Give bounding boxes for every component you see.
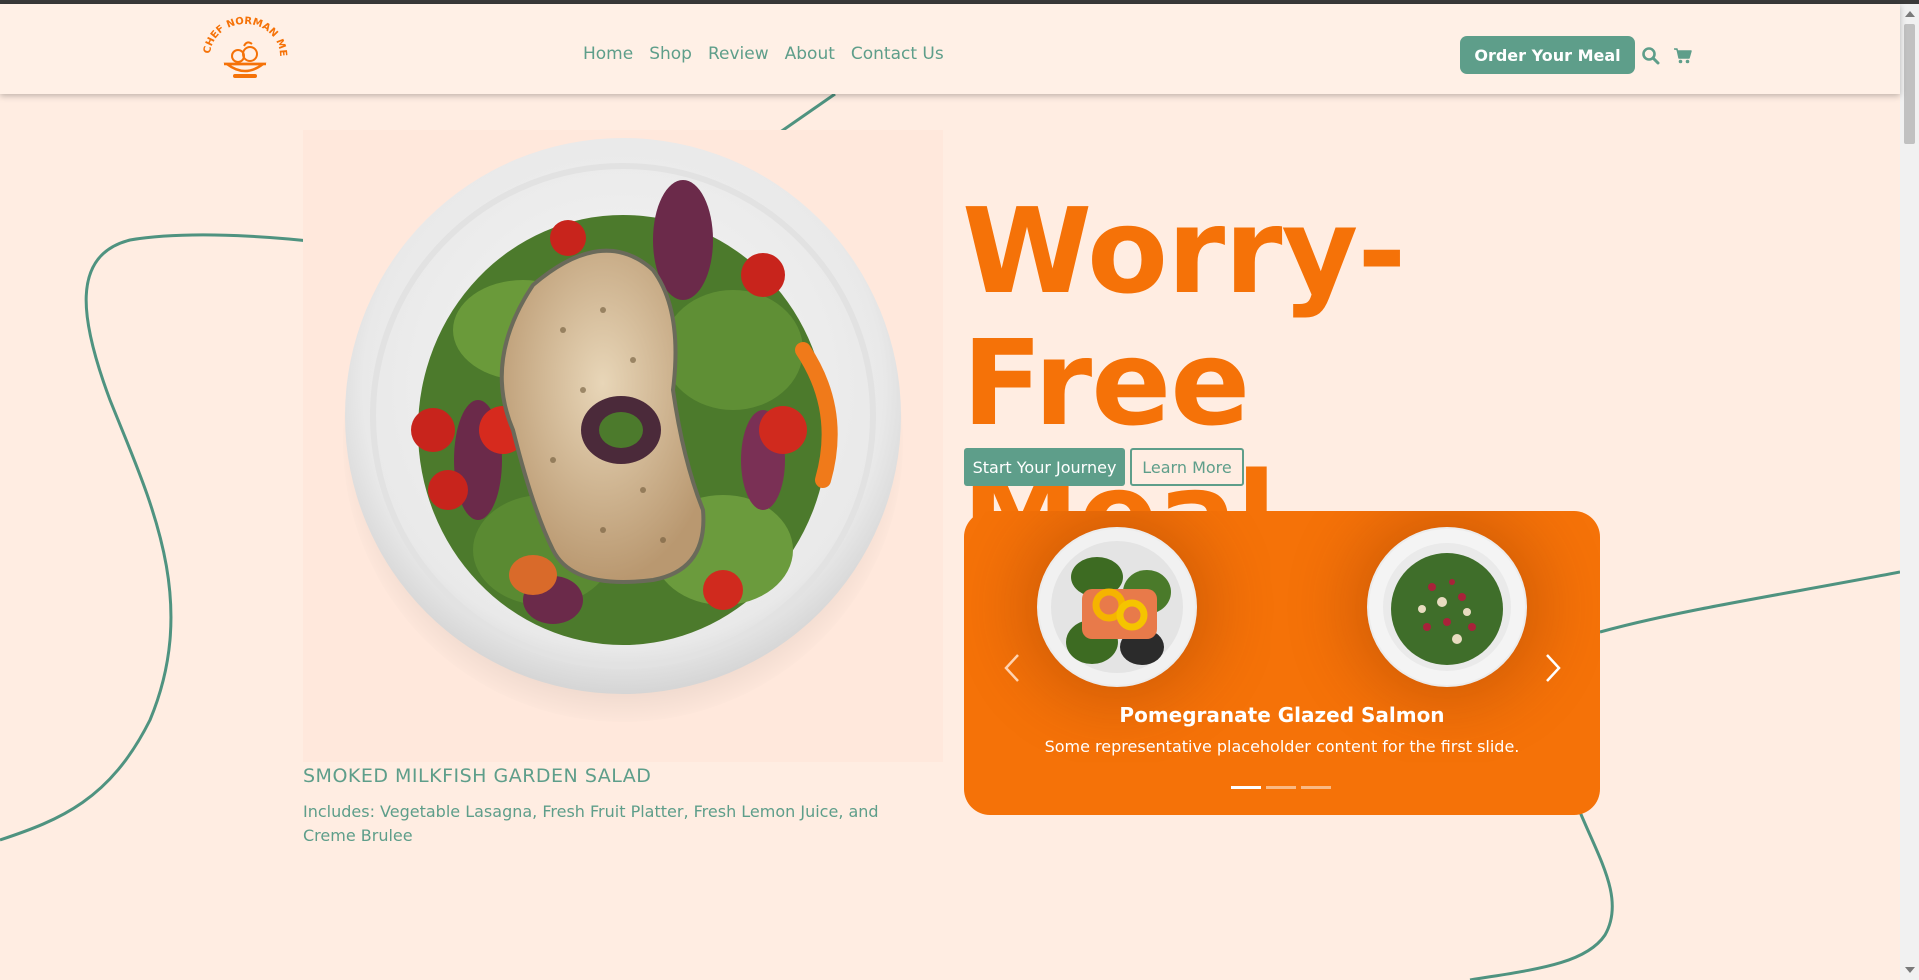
meal-carousel: Pomegranate Glazed Salmon Some represent…: [964, 511, 1600, 815]
logo[interactable]: CHEF NORMAN MEALS: [200, 16, 290, 84]
nav-about[interactable]: About: [785, 44, 835, 64]
learn-more-button[interactable]: Learn More: [1130, 448, 1244, 486]
featured-dish-description: Includes: Vegetable Lasagna, Fresh Fruit…: [303, 802, 879, 845]
nav-contact[interactable]: Contact Us: [851, 44, 944, 64]
nav-shop[interactable]: Shop: [649, 44, 692, 64]
carousel-prev-icon[interactable]: [1001, 651, 1023, 685]
nav-review[interactable]: Review: [708, 44, 769, 64]
scroll-down-arrow-icon[interactable]: [1905, 967, 1915, 973]
carousel-next-icon[interactable]: [1542, 651, 1564, 685]
carousel-indicator-2[interactable]: [1266, 786, 1296, 789]
page-scrollbar[interactable]: [1900, 4, 1919, 980]
carousel-indicator-3[interactable]: [1301, 786, 1331, 789]
slide-thumbnail-salad[interactable]: [1367, 527, 1527, 687]
start-journey-button[interactable]: Start Your Journey: [964, 448, 1125, 486]
scroll-up-arrow-icon[interactable]: [1905, 11, 1915, 17]
carousel-indicators: [1231, 786, 1331, 789]
hero-dish-image: [303, 130, 943, 762]
scroll-thumb[interactable]: [1904, 24, 1915, 144]
nav-links: Home Shop Review About Contact Us: [583, 44, 944, 64]
navbar: CHEF NORMAN MEALS Home Shop Review About…: [0, 4, 1900, 94]
nav-home[interactable]: Home: [583, 44, 633, 64]
carousel-indicator-1[interactable]: [1231, 786, 1261, 789]
cart-icon[interactable]: [1673, 46, 1693, 66]
search-icon[interactable]: [1641, 46, 1661, 66]
carousel-caption-text: Some representative placeholder content …: [1044, 737, 1520, 756]
carousel-caption-title: Pomegranate Glazed Salmon: [1119, 703, 1445, 727]
featured-dish-title: SMOKED MILKFISH GARDEN SALAD: [303, 765, 652, 787]
headline-line-1: Worry-Free: [962, 182, 1406, 452]
slide-thumbnail-salmon[interactable]: [1037, 527, 1197, 687]
order-meal-button[interactable]: Order Your Meal: [1460, 36, 1635, 74]
